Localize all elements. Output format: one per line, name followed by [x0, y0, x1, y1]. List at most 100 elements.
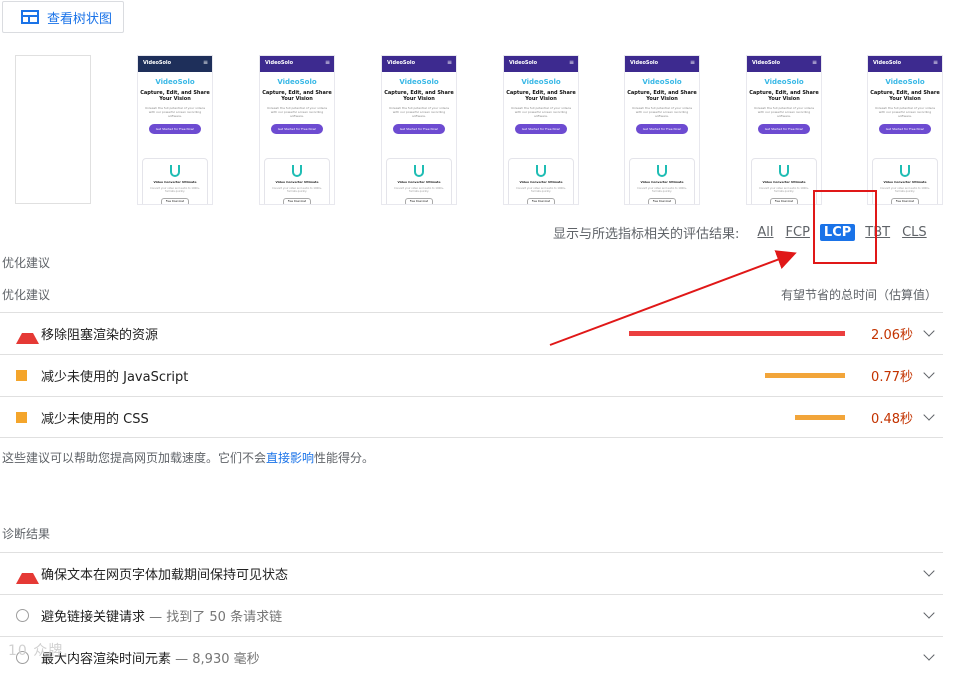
thumb-cta: Get Started for Free Now! [879, 124, 931, 134]
column-left-label: 优化建议 [2, 288, 51, 302]
thumb-download: Free Download [161, 198, 189, 204]
footnote-text-end: 性能得分。 [314, 451, 375, 465]
view-tree-button[interactable]: 查看树状图 [2, 1, 124, 33]
opportunity-row[interactable]: 减少未使用的 JavaScript 0.77秒 [0, 354, 943, 395]
filmstrip-thumbnail: VideoSolo ≡ VideoSolo Capture, Edit, and Sh… [624, 55, 700, 205]
opportunity-title: 减少未使用的 CSS [41, 411, 149, 427]
metric-filter-lcp[interactable]: LCP [819, 223, 856, 241]
opportunities-column-header: 优化建议 有望节省的总时间（估算值） [2, 286, 937, 306]
chevron-down-icon[interactable] [923, 409, 935, 421]
fail-triangle-icon [16, 562, 39, 584]
metric-filter-fcp[interactable]: FCP [784, 225, 812, 240]
column-right-label: 有望节省的总时间（估算值） [780, 288, 937, 302]
thumb-logo: VideoSolo [873, 60, 902, 66]
hamburger-icon: ≡ [568, 59, 574, 66]
hamburger-icon: ≡ [202, 59, 208, 66]
filmstrip-thumbnail: VideoSolo ≡ VideoSolo Capture, Edit, and Sh… [867, 55, 943, 205]
diagnostic-title: 确保文本在网页字体加载期间保持可见状态 [41, 567, 289, 583]
metric-filter-label: 显示与所选指标相关的评估结果: [553, 226, 740, 242]
thumb-sub: Unleash the full potential of your video… [874, 106, 936, 118]
hamburger-icon: ≡ [689, 59, 695, 66]
thumb-card-title: Video Converter Ultimate [275, 180, 319, 184]
filmstrip-frame-blank [15, 55, 91, 204]
thumb-cta: Get Started for Free Now! [758, 124, 810, 134]
chevron-down-icon[interactable] [923, 325, 935, 337]
thumb-card-title: Video Converter Ultimate [640, 180, 684, 184]
thumb-headline: Capture, Edit, and Share Your Vision [506, 90, 576, 102]
chevron-down-icon[interactable] [923, 565, 935, 577]
thumb-card: Video Converter Ultimate Convert your vid… [751, 158, 817, 204]
filmstrip-thumbnail: VideoSolo ≡ VideoSolo Capture, Edit, and Sh… [259, 55, 335, 205]
chevron-down-icon[interactable] [923, 367, 935, 379]
fail-triangle-icon [16, 322, 39, 344]
savings-value: 0.48秒 [871, 411, 913, 427]
filmstrip: VideoSolo ≡ VideoSolo Capture, Edit, and Sh… [0, 55, 954, 205]
average-square-icon [16, 411, 27, 423]
savings-bar-fill [795, 414, 845, 420]
thumb-headline: Capture, Edit, and Share Your Vision [384, 90, 454, 102]
opportunities-section-label: 优化建议 [2, 256, 51, 270]
diagnostic-detail: — 找到了 50 条请求链 [145, 609, 283, 625]
watermark: 10 众牌... [8, 643, 80, 659]
opportunities-bottom-divider [0, 437, 943, 438]
opportunity-row[interactable]: 移除阻塞渲染的资源 2.06秒 [0, 312, 943, 353]
thumb-cta: Get Started for Free Now! [515, 124, 567, 134]
thumb-card-text: Convert your video and audio to 1000+ fo… [637, 187, 687, 193]
savings-bar-fill [629, 330, 845, 336]
thumb-sub: Unleash the full potential of your video… [266, 106, 328, 118]
thumb-card-title: Video Converter Ultimate [397, 180, 441, 184]
product-logo-icon [657, 165, 667, 177]
diagnostic-row[interactable]: 确保文本在网页字体加载期间保持可见状态 [0, 552, 943, 593]
product-logo-icon [414, 165, 424, 177]
thumb-sub: Unleash the full potential of your video… [388, 106, 450, 118]
direct-impact-link[interactable]: 直接影响 [266, 451, 314, 465]
thumb-sub: Unleash the full potential of your video… [510, 106, 572, 118]
thumb-card: Video Converter Ultimate Convert your vid… [386, 158, 452, 204]
savings-value: 2.06秒 [871, 327, 913, 343]
footnote-text: 这些建议可以帮助您提高网页加载速度。它们不会 [2, 451, 267, 465]
thumb-brand: VideoSolo [642, 78, 682, 86]
opportunity-title: 减少未使用的 JavaScript [41, 369, 189, 385]
diagnostic-title: 避免链接关键请求 — 找到了 50 条请求链 [41, 609, 283, 625]
metric-filter-all[interactable]: All [755, 225, 775, 240]
diagnostics-section-label: 诊断结果 [2, 527, 51, 541]
thumb-brand: VideoSolo [521, 78, 561, 86]
savings-value: 0.77秒 [871, 369, 913, 385]
product-logo-icon [292, 165, 302, 177]
thumb-headline: Capture, Edit, and Share Your Vision [140, 90, 210, 102]
thumb-card-title: Video Converter Ultimate [762, 180, 806, 184]
filmstrip-thumbnail: VideoSolo ≡ VideoSolo Capture, Edit, and Sh… [381, 55, 457, 205]
opportunity-row[interactable]: 减少未使用的 CSS 0.48秒 [0, 396, 943, 437]
thumb-card: Video Converter Ultimate Convert your vid… [264, 158, 330, 204]
product-logo-icon [170, 165, 180, 177]
metric-filter-tbt[interactable]: TBT [863, 225, 892, 240]
info-circle-icon [16, 608, 29, 622]
thumb-card-title: Video Converter Ultimate [883, 180, 927, 184]
metric-filter-cls[interactable]: CLS [900, 225, 929, 240]
chevron-down-icon[interactable] [923, 649, 935, 661]
thumb-headline: Capture, Edit, and Share Your Vision [870, 90, 940, 102]
thumb-download: Free Download [891, 198, 919, 204]
thumb-card: Video Converter Ultimate Convert your vid… [508, 158, 574, 204]
thumb-cta: Get Started for Free Now! [393, 124, 445, 134]
thumb-download: Free Download [648, 198, 676, 204]
thumb-download: Free Download [405, 198, 433, 204]
thumb-cta: Get Started for Free Now! [149, 124, 201, 134]
treemap-icon [21, 10, 39, 24]
filmstrip-thumbnail: VideoSolo ≡ VideoSolo Capture, Edit, and Sh… [503, 55, 579, 205]
thumb-cta: Get Started for Free Now! [271, 124, 323, 134]
thumb-card-text: Convert your video and audio to 1000+ fo… [516, 187, 566, 193]
savings-bar [629, 372, 845, 378]
opportunities-footnote: 这些建议可以帮助您提高网页加载速度。它们不会直接影响性能得分。 [2, 449, 374, 466]
thumb-card-text: Convert your video and audio to 1000+ fo… [394, 187, 444, 193]
savings-bar [629, 330, 845, 336]
thumb-card-title: Video Converter Ultimate [153, 180, 197, 184]
diagnostic-row[interactable]: 避免链接关键请求 — 找到了 50 条请求链 [0, 594, 943, 635]
thumb-brand: VideoSolo [885, 78, 925, 86]
metric-filter: 显示与所选指标相关的评估结果: All FCP LCP TBT CLS [553, 222, 937, 242]
chevron-down-icon[interactable] [923, 607, 935, 619]
savings-bar-fill [765, 372, 845, 378]
thumb-card-text: Convert your video and audio to 1000+ fo… [272, 187, 322, 193]
thumb-brand: VideoSolo [399, 78, 439, 86]
thumb-brand: VideoSolo [277, 78, 317, 86]
